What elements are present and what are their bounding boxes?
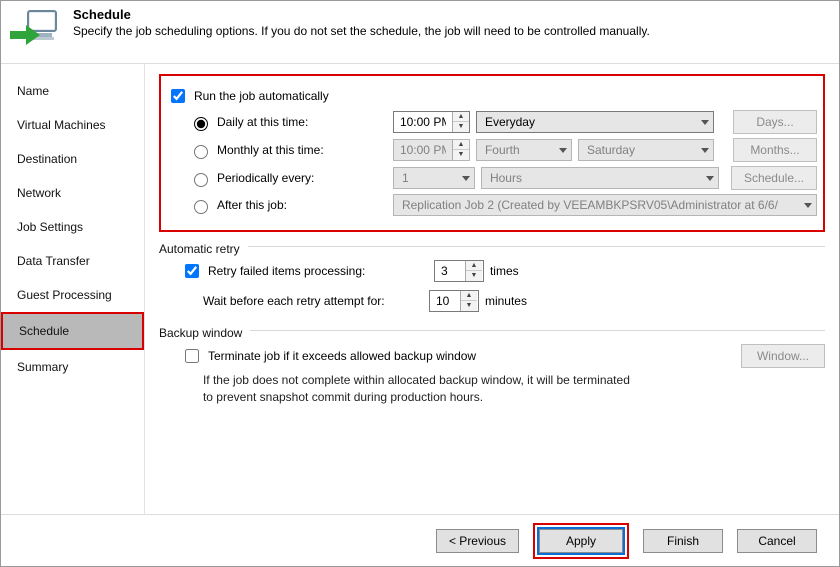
backup-window-note: If the job does not complete within allo… xyxy=(203,372,643,406)
divider xyxy=(248,246,825,247)
spinner-up-icon: ▲ xyxy=(453,140,469,150)
run-automatically-label: Run the job automatically xyxy=(194,89,329,103)
after-job-radio[interactable] xyxy=(194,200,208,214)
retry-count-input[interactable]: ▲▼ xyxy=(434,260,484,282)
terminate-label: Terminate job if it exceeds allowed back… xyxy=(208,349,476,363)
chevron-down-icon xyxy=(804,203,812,208)
wait-minutes-value[interactable] xyxy=(430,291,460,311)
retry-label: Retry failed items processing: xyxy=(208,264,428,278)
after-job-select: Replication Job 2 (Created by VEEAMBKPSR… xyxy=(393,194,817,216)
wizard-sidebar: Name Virtual Machines Destination Networ… xyxy=(1,64,145,514)
monthly-day-value: Saturday xyxy=(587,143,635,157)
monthly-time-value xyxy=(394,140,452,160)
schedule-button[interactable]: Schedule... xyxy=(731,166,817,190)
sidebar-item-summary[interactable]: Summary xyxy=(1,350,144,384)
months-button[interactable]: Months... xyxy=(733,138,817,162)
periodic-n-value: 1 xyxy=(402,171,409,185)
monthly-ord-value: Fourth xyxy=(485,143,520,157)
monthly-label: Monthly at this time: xyxy=(217,143,387,157)
retry-section-title: Automatic retry xyxy=(159,242,240,256)
monthly-ord-select: Fourth xyxy=(476,139,572,161)
periodic-radio[interactable] xyxy=(194,173,208,187)
periodic-unit-value: Hours xyxy=(490,171,522,185)
periodic-unit-select: Hours xyxy=(481,167,719,189)
after-job-label: After this job: xyxy=(217,198,387,212)
days-button[interactable]: Days... xyxy=(733,110,817,134)
terminate-checkbox[interactable] xyxy=(185,349,199,363)
sidebar-item-network[interactable]: Network xyxy=(1,176,144,210)
apply-button[interactable]: Apply xyxy=(539,529,623,553)
chevron-down-icon xyxy=(462,176,470,181)
retry-times-label: times xyxy=(490,264,519,278)
monthly-radio[interactable] xyxy=(194,145,208,159)
window-button[interactable]: Window... xyxy=(741,344,825,368)
sidebar-item-data-transfer[interactable]: Data Transfer xyxy=(1,244,144,278)
cancel-button[interactable]: Cancel xyxy=(737,529,817,553)
wizard-footer: < Previous Apply Finish Cancel xyxy=(1,514,839,566)
daily-label: Daily at this time: xyxy=(217,115,387,129)
page-subtitle: Specify the job scheduling options. If y… xyxy=(73,24,650,38)
previous-button[interactable]: < Previous xyxy=(436,529,519,553)
wizard-window: Schedule Specify the job scheduling opti… xyxy=(0,0,840,567)
page-title: Schedule xyxy=(73,7,650,22)
sidebar-item-schedule[interactable]: Schedule xyxy=(3,314,142,348)
chevron-down-icon xyxy=(706,176,714,181)
wait-unit-label: minutes xyxy=(485,294,527,308)
chevron-down-icon xyxy=(701,148,709,153)
daily-period-value: Everyday xyxy=(485,115,535,129)
wizard-header: Schedule Specify the job scheduling opti… xyxy=(1,1,839,64)
sidebar-item-virtual-machines[interactable]: Virtual Machines xyxy=(1,108,144,142)
sidebar-item-guest-processing[interactable]: Guest Processing xyxy=(1,278,144,312)
after-job-value: Replication Job 2 (Created by VEEAMBKPSR… xyxy=(402,198,798,212)
chevron-down-icon xyxy=(559,148,567,153)
monthly-day-select: Saturday xyxy=(578,139,714,161)
daily-period-select[interactable]: Everyday xyxy=(476,111,714,133)
chevron-down-icon xyxy=(701,120,709,125)
sidebar-item-name[interactable]: Name xyxy=(1,74,144,108)
sidebar-item-destination[interactable]: Destination xyxy=(1,142,144,176)
retry-count-value[interactable] xyxy=(435,261,465,281)
periodic-label: Periodically every: xyxy=(217,171,387,185)
daily-radio[interactable] xyxy=(194,117,208,131)
spinner-up-icon[interactable]: ▲ xyxy=(466,261,482,271)
backup-window-section-title: Backup window xyxy=(159,326,242,340)
content-panel: Run the job automatically Daily at this … xyxy=(145,64,839,514)
spinner-up-icon[interactable]: ▲ xyxy=(461,291,477,301)
monthly-time-input: ▲▼ xyxy=(393,139,470,161)
wait-minutes-input[interactable]: ▲▼ xyxy=(429,290,479,312)
wait-label: Wait before each retry attempt for: xyxy=(203,294,423,308)
schedule-icon xyxy=(7,7,63,55)
periodic-n-select: 1 xyxy=(393,167,475,189)
spinner-down-icon[interactable]: ▼ xyxy=(453,122,469,132)
spinner-up-icon[interactable]: ▲ xyxy=(453,112,469,122)
daily-time-input[interactable]: ▲▼ xyxy=(393,111,470,133)
retry-checkbox[interactable] xyxy=(185,264,199,278)
spinner-down-icon[interactable]: ▼ xyxy=(461,301,477,311)
schedule-settings-group: Run the job automatically Daily at this … xyxy=(159,74,825,232)
finish-button[interactable]: Finish xyxy=(643,529,723,553)
run-automatically-checkbox[interactable] xyxy=(171,89,185,103)
divider xyxy=(250,330,825,331)
sidebar-item-job-settings[interactable]: Job Settings xyxy=(1,210,144,244)
spinner-down-icon: ▼ xyxy=(453,150,469,160)
daily-time-value[interactable] xyxy=(394,112,452,132)
spinner-down-icon[interactable]: ▼ xyxy=(466,271,482,281)
